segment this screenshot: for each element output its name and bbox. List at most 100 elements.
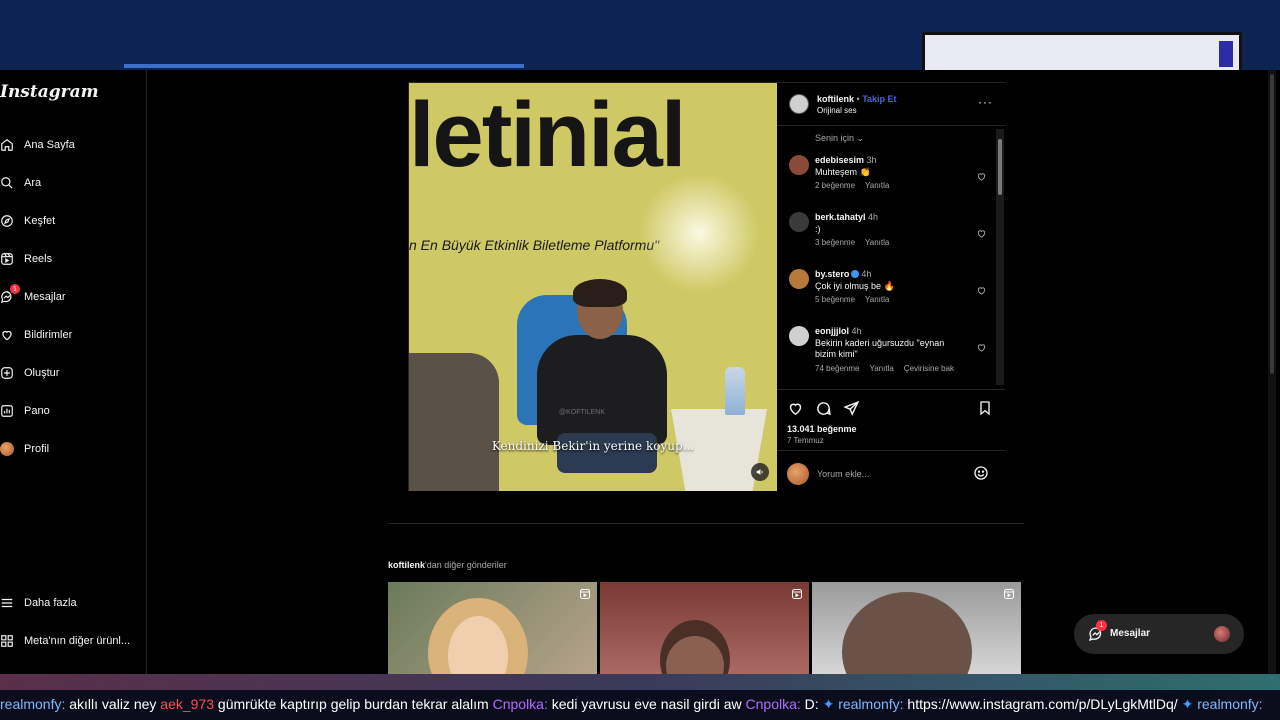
author-username[interactable]: koftilenk [817,94,854,104]
comment-likes[interactable]: 2 beğenme [815,181,855,190]
author-line: koftilenk • Takip Et [817,94,897,104]
follow-button[interactable]: Takip Et [862,94,896,104]
sidebar-item-dashboard[interactable]: Pano [0,400,50,422]
messages-badge: 1 [10,284,20,294]
comment-like-icon[interactable] [976,285,987,296]
commenter-avatar[interactable] [789,212,809,232]
comment-scrollbar[interactable] [996,129,1004,385]
sidebar-item-label: Ana Sayfa [24,139,75,151]
like-icon[interactable] [787,400,804,417]
comment-icon[interactable] [815,400,832,417]
chat-message: https://www.instagram.com/p/DLyLgkMtlDq/ [903,696,1182,712]
more-posts-heading: koftilenk'dan diğer gönderiler [388,560,507,570]
sidebar-meta-button[interactable]: Meta'nın diğer ürünl... [0,630,130,652]
profile-avatar [0,442,14,456]
commenter-avatar[interactable] [789,155,809,175]
commenter-username[interactable]: eonjjjlol [815,326,849,336]
audio-label[interactable]: Orijinal ses [817,106,857,115]
post-thumbnail[interactable] [600,582,809,674]
reel-video[interactable]: letinial n En Büyük Etkinlik Biletleme P… [409,83,777,491]
sidebar-more-button[interactable]: Daha fazla [0,592,77,614]
post-actions: 13.041 beğenme 7 Temmuz [777,389,1005,491]
person-seated [527,279,677,473]
bookmark-icon[interactable] [977,400,993,416]
messages-label: Mesajlar [1110,628,1151,639]
post-thumbnail[interactable] [812,582,1021,674]
chat-message: akıllı valiz ney [65,696,161,712]
chat-username: aek_973 [160,696,215,712]
comment-text: Muhteşem 👏 [815,167,871,177]
instagram-logo[interactable]: Instagram [0,82,99,102]
section-divider [388,523,1024,524]
emoji-icon[interactable] [973,465,989,481]
more-options-button[interactable]: ··· [978,95,993,109]
sidebar-item-explore[interactable]: Keşfet [0,210,55,232]
dashboard-icon [0,404,14,418]
comment-text: Çok iyi olmuş be 🔥 [815,281,895,291]
sidebar: Instagram Ana Sayfa Ara Keşfet Reels 1 M… [0,70,147,674]
plus-square-icon [0,366,14,380]
chat-username: realmonfy: [838,696,904,712]
reply-button[interactable]: Yanıtla [865,238,889,247]
sidebar-item-label: Bildirimler [24,329,73,341]
sidebar-item-search[interactable]: Ara [0,172,41,194]
water-bottle [725,367,745,415]
post-thumbnail[interactable] [388,582,597,674]
commenter-username[interactable]: berk.tahatyl [815,212,866,222]
heart-icon [0,328,14,342]
commenter-avatar[interactable] [789,326,809,346]
sidebar-item-create[interactable]: Oluştur [0,362,59,384]
scrollbar-thumb[interactable] [998,139,1002,195]
post-date: 7 Temmuz [787,436,824,445]
person-left [409,353,499,491]
reply-button[interactable]: Yanıtla [869,364,893,373]
commenter-username[interactable]: edebisesim [815,155,864,165]
reply-button[interactable]: Yanıtla [865,181,889,190]
sidebar-item-profile[interactable]: Profil [0,438,49,460]
reels-icon [580,589,590,599]
comment-sort-dropdown[interactable]: Senin için ⌄ [815,133,864,144]
translate-button[interactable]: Çevirisine bak [904,364,954,373]
like-count[interactable]: 13.041 beğenme [787,424,857,434]
sidebar-item-messages[interactable]: 1 Mesajlar [0,284,66,308]
comment-item: eonjjjlol 4h Bekirin kaderi uğursuzdu "e… [777,322,995,379]
comment-item: berk.tahatyl 4h :) 3 beğenme Yanıtla [777,208,995,260]
pixel-art-card [922,32,1242,70]
sidebar-item-notifications[interactable]: Bildirimler [0,324,72,346]
comment-like-icon[interactable] [976,228,987,239]
stream-overlay-top [0,0,1280,70]
scrollbar-thumb[interactable] [1270,74,1274,374]
more-posts-grid [388,582,1024,674]
compass-icon [0,214,14,228]
commenter-username[interactable]: by.stero [815,269,849,279]
messages-badge: 1 [1096,620,1107,631]
comment-input[interactable] [817,465,967,483]
post-card: letinial n En Büyük Etkinlik Biletleme P… [408,82,1005,491]
comment-like-icon[interactable] [976,171,987,182]
add-comment-bar [777,450,1005,492]
share-icon[interactable] [843,400,860,417]
sidebar-item-label: Ara [24,177,42,189]
sidebar-item-label: Oluştur [24,367,60,379]
banner-text: letinial [409,84,686,186]
comment-like-icon[interactable] [976,342,987,353]
reply-button[interactable]: Yanıtla [865,295,889,304]
menu-icon [0,596,14,610]
search-icon [0,176,14,190]
sidebar-item-home[interactable]: Ana Sayfa [0,134,75,156]
mute-button[interactable] [751,463,769,481]
sidebar-item-label: Daha fazla [24,597,77,609]
post-side-panel: koftilenk • Takip Et Orijinal ses ··· Se… [777,83,1005,491]
page-scrollbar[interactable] [1268,70,1276,674]
author-avatar[interactable] [789,94,809,114]
chat-username: realmonfy: [1197,696,1263,712]
sidebar-item-reels[interactable]: Reels [0,248,52,270]
sparkle-icon: ✦ [1181,696,1194,712]
comment-likes[interactable]: 5 beğenme [815,295,855,304]
commenter-avatar[interactable] [789,269,809,289]
comment-likes[interactable]: 3 beğenme [815,238,855,247]
comment-likes[interactable]: 74 beğenme [815,364,859,373]
comment-list: edebisesim 3h Muhteşem 👏 2 beğenme Yanıtl… [777,151,995,379]
video-watermark: @KOFTILENK [559,409,606,416]
messages-floating-button[interactable]: 1 Mesajlar [1074,614,1244,654]
